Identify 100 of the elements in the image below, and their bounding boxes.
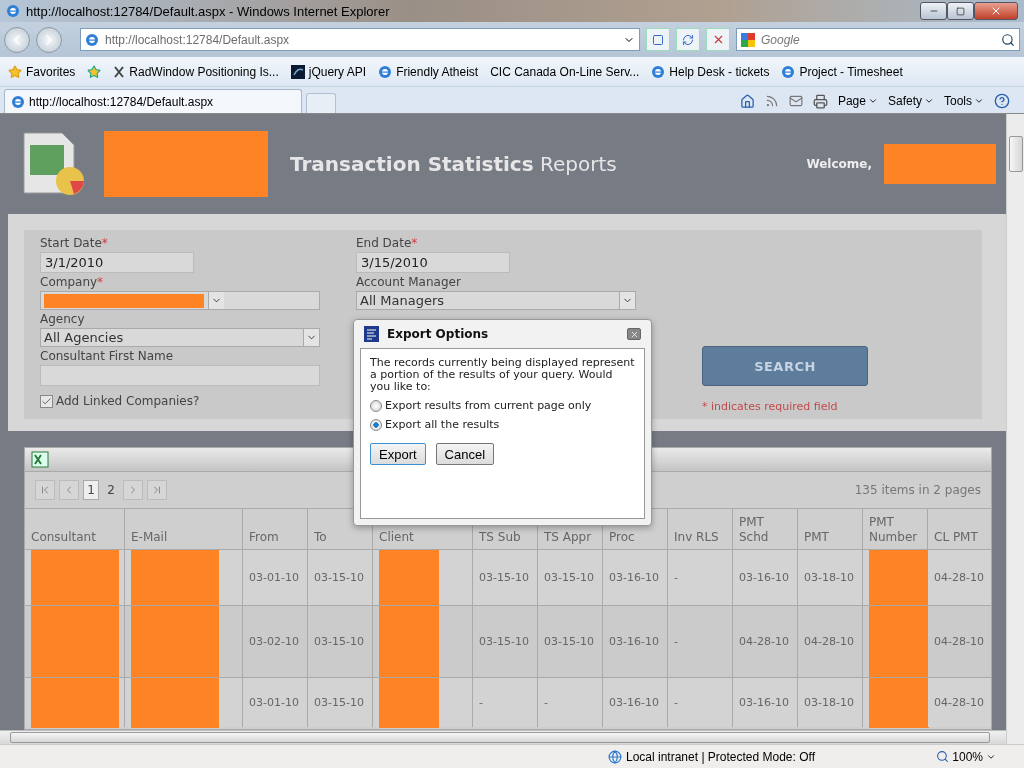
column-header[interactable]: CL PMT bbox=[934, 530, 978, 545]
zoom-button[interactable]: 100% bbox=[936, 749, 996, 764]
column-header[interactable]: PMT bbox=[804, 530, 829, 545]
dropdown-field[interactable]: All Agencies bbox=[40, 328, 320, 347]
command-menu[interactable]: Page bbox=[837, 94, 878, 108]
text-field[interactable]: 3/1/2010 bbox=[40, 252, 194, 273]
globe-e-icon bbox=[11, 94, 25, 109]
table-cell: 03-16-10 bbox=[739, 571, 789, 584]
compatibility-button[interactable] bbox=[646, 28, 670, 51]
redaction-block bbox=[379, 549, 439, 606]
table-cell: - bbox=[674, 571, 678, 584]
column-header[interactable]: Inv RLS bbox=[674, 530, 719, 545]
table-cell: 03-16-10 bbox=[609, 571, 659, 584]
favorite-link[interactable]: CIC Canada On-Line Serv... bbox=[490, 64, 640, 79]
dialog-button[interactable]: Cancel bbox=[435, 443, 495, 465]
page-number[interactable]: 1 bbox=[83, 480, 99, 500]
table-cell: 03-15-10 bbox=[314, 635, 364, 648]
stop-button[interactable] bbox=[706, 28, 730, 51]
rss-icon[interactable] bbox=[764, 94, 779, 108]
dialog-button[interactable]: Export bbox=[370, 443, 426, 465]
refresh-icon bbox=[682, 33, 694, 46]
vertical-scrollbar[interactable] bbox=[1006, 114, 1024, 744]
dropdown-field[interactable] bbox=[40, 291, 320, 310]
favorite-link[interactable]: jQuery API bbox=[290, 64, 367, 79]
search-icon[interactable] bbox=[1001, 32, 1015, 47]
column-header[interactable]: TS Sub bbox=[479, 530, 521, 545]
pager-summary: 135 items in 2 pages bbox=[854, 483, 981, 497]
column-header[interactable]: E-Mail bbox=[131, 530, 168, 545]
globe-e-icon bbox=[378, 64, 393, 79]
add-favorite-icon[interactable] bbox=[87, 64, 102, 79]
favorite-link[interactable]: Help Desk - tickets bbox=[651, 64, 770, 79]
table-cell: - bbox=[674, 696, 678, 709]
column-header[interactable]: PMT Schd bbox=[739, 515, 791, 545]
back-button[interactable] bbox=[4, 26, 30, 53]
table-cell: 04-28-10 bbox=[934, 571, 984, 584]
search-field[interactable]: Google bbox=[736, 28, 1020, 51]
table-cell: 03-16-10 bbox=[609, 696, 659, 709]
globe-e-icon bbox=[781, 64, 796, 79]
dropdown-field[interactable]: All Managers bbox=[356, 291, 636, 310]
column-header[interactable]: From bbox=[249, 530, 279, 545]
help-icon[interactable] bbox=[994, 93, 1010, 109]
maximize-icon bbox=[956, 6, 965, 16]
refresh-button[interactable] bbox=[676, 28, 700, 51]
spreadsheet-icon[interactable] bbox=[31, 451, 49, 468]
field-label: Account Manager bbox=[356, 275, 462, 289]
field-label: Agency bbox=[40, 312, 86, 326]
table-cell: 03-02-10 bbox=[249, 635, 299, 648]
page-icon bbox=[652, 33, 664, 46]
squares-icon bbox=[741, 32, 755, 47]
column-header[interactable]: To bbox=[314, 530, 327, 545]
maximize-button[interactable] bbox=[947, 2, 974, 20]
favorite-link[interactable]: RadWindow Positioning Is... bbox=[113, 64, 279, 79]
minimize-button[interactable] bbox=[920, 2, 947, 20]
text-field[interactable] bbox=[40, 365, 320, 386]
favorite-link[interactable]: Project - Timesheet bbox=[781, 64, 903, 79]
globe-e-icon bbox=[85, 32, 99, 47]
field-label: Start Date* bbox=[40, 236, 109, 250]
column-header[interactable]: Client bbox=[379, 530, 414, 545]
column-header[interactable]: Consultant bbox=[31, 530, 96, 545]
dialog-message: The records currently being displayed represent a portion of the results of your query. Would you like to: bbox=[370, 357, 635, 393]
globe-e-icon bbox=[651, 64, 666, 79]
table-cell: 03-15-10 bbox=[544, 571, 594, 584]
text-field[interactable]: 3/15/2010 bbox=[356, 252, 510, 273]
field-label: Consultant First Name bbox=[40, 349, 175, 363]
mail-icon[interactable] bbox=[788, 94, 803, 108]
close-button[interactable] bbox=[974, 2, 1018, 20]
close-button[interactable] bbox=[627, 328, 641, 340]
export-option-radio[interactable]: Export results from current page only bbox=[370, 399, 635, 412]
redaction-block bbox=[869, 549, 929, 606]
favorites-button[interactable]: Favorites bbox=[8, 64, 76, 79]
field-label: Company* bbox=[40, 275, 105, 289]
table-cell: - bbox=[544, 696, 548, 709]
required-note: * indicates required field bbox=[702, 400, 839, 413]
favorite-link[interactable]: Friendly Atheist bbox=[378, 64, 479, 79]
horizontal-scrollbar[interactable] bbox=[0, 730, 1006, 744]
table-cell: 03-15-10 bbox=[479, 571, 529, 584]
caret-icon bbox=[924, 96, 934, 106]
forward-button[interactable] bbox=[36, 26, 62, 53]
printer-icon[interactable] bbox=[812, 93, 828, 109]
address-field[interactable]: http://localhost:12784/Default.aspx bbox=[80, 28, 640, 51]
table-cell: 03-15-10 bbox=[314, 571, 364, 584]
first-page-icon bbox=[39, 484, 51, 496]
globe-e-icon bbox=[6, 4, 20, 18]
table-cell: 04-28-10 bbox=[804, 635, 854, 648]
caret-icon bbox=[867, 96, 878, 106]
page-number[interactable]: 2 bbox=[103, 480, 119, 500]
column-header[interactable]: PMT Number bbox=[869, 515, 921, 545]
linked-companies-checkbox[interactable]: Add Linked Companies? bbox=[40, 394, 340, 408]
welcome-text: Welcome, bbox=[806, 157, 872, 171]
table-cell: 04-28-10 bbox=[934, 635, 984, 648]
column-header[interactable]: TS Appr bbox=[544, 530, 592, 545]
export-option-radio[interactable]: Export all the results bbox=[370, 418, 635, 431]
command-menu[interactable]: Tools bbox=[944, 94, 984, 108]
browser-tab[interactable]: http://localhost:12784/Default.aspx bbox=[4, 89, 302, 113]
column-header[interactable]: Proc bbox=[609, 530, 635, 545]
table-cell: - bbox=[479, 696, 483, 709]
close-icon bbox=[629, 329, 639, 339]
checkmark-icon bbox=[41, 395, 52, 407]
command-menu[interactable]: Safety bbox=[887, 94, 934, 108]
home-icon[interactable] bbox=[739, 93, 755, 109]
